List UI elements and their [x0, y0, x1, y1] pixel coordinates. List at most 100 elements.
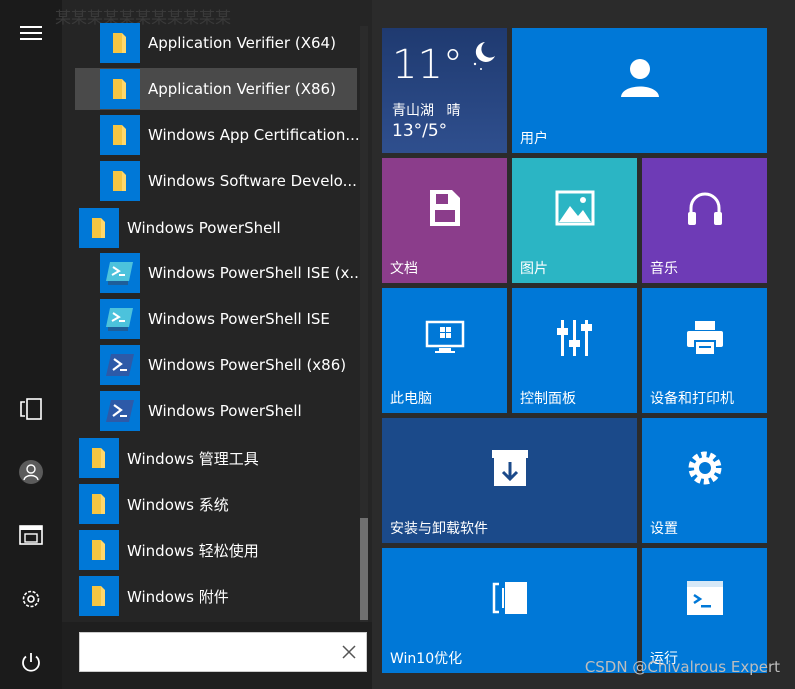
- tile-label: 文档: [390, 261, 418, 277]
- run-tile[interactable]: 运行: [642, 548, 767, 673]
- search-box[interactable]: [79, 632, 367, 672]
- powershell-ise-tile: [100, 253, 140, 293]
- app-item-label: Windows 系统: [127, 495, 229, 514]
- music-tile[interactable]: 音乐: [642, 158, 767, 283]
- powershell-ise-icon: [106, 262, 133, 285]
- powershell-icon: [106, 400, 134, 422]
- documents-tile[interactable]: 文档: [382, 158, 507, 283]
- weather-location-row: 青山湖 晴: [392, 100, 460, 120]
- picture-icon: [555, 190, 594, 225]
- folder-item-windows-accessories[interactable]: Windows 附件: [79, 575, 357, 617]
- folder-item-windows-system[interactable]: Windows 系统: [79, 483, 357, 525]
- app-item-label: Windows 管理工具: [127, 449, 259, 468]
- folder-tile: [79, 484, 119, 524]
- folder-icon: [92, 540, 105, 560]
- powershell-icon: [106, 354, 134, 376]
- power-button[interactable]: [12, 643, 50, 681]
- win10-optimize-tile[interactable]: Win10优化: [382, 548, 637, 673]
- settings-rail-button[interactable]: [12, 580, 50, 618]
- folder-tile: [79, 530, 119, 570]
- file-explorer-button[interactable]: [12, 516, 50, 554]
- app-item-label: Windows PowerShell (x86): [148, 356, 347, 374]
- app-item-label: Windows PowerShell ISE (x...: [148, 264, 364, 282]
- app-item-label: Windows PowerShell ISE: [148, 310, 330, 328]
- tile-label: 音乐: [650, 261, 678, 277]
- tile-label: 用户: [520, 131, 548, 147]
- app-item-powershell-ise[interactable]: Windows PowerShell ISE: [100, 298, 357, 340]
- run-command-icon: [686, 580, 723, 615]
- printer-icon: [686, 320, 723, 356]
- moon-stars-icon: [473, 42, 495, 70]
- settings-tile[interactable]: 设置: [642, 418, 767, 543]
- app-item-label: Windows 轻松使用: [127, 541, 259, 560]
- document-icon: [429, 189, 460, 226]
- hamburger-menu-icon: [20, 26, 42, 40]
- weather-location: 青山湖: [392, 103, 434, 119]
- user-tile[interactable]: 用户: [512, 28, 767, 153]
- app-item-label: Windows PowerShell: [127, 219, 281, 237]
- tile-label: 安装与卸载软件: [390, 521, 488, 537]
- file-explorer-icon: [19, 525, 43, 545]
- app-item-powershell[interactable]: Windows PowerShell: [100, 390, 357, 432]
- settings-gear-tile-icon: [688, 451, 721, 484]
- folder-icon: [92, 494, 105, 514]
- folder-icon: [113, 125, 126, 145]
- app-item-windows-app-certification[interactable]: Windows App Certification...: [100, 114, 360, 156]
- clear-search-button[interactable]: [338, 641, 360, 663]
- search-input[interactable]: [80, 633, 330, 671]
- folder-icon: [113, 171, 126, 191]
- app-item-application-verifier-x86[interactable]: Application Verifier (X86): [75, 68, 357, 110]
- app-list-scrollbar-thumb[interactable]: [360, 518, 368, 620]
- folder-item-windows-ease-of-access[interactable]: Windows 轻松使用: [79, 529, 357, 571]
- app-item-label: Application Verifier (X64): [148, 34, 336, 52]
- close-x-icon: [342, 645, 356, 659]
- computer-monitor-icon: [425, 320, 464, 353]
- folder-tile: [100, 69, 140, 109]
- power-icon: [22, 653, 40, 672]
- folder-icon: [113, 79, 126, 99]
- user-person-icon: [620, 58, 659, 97]
- folder-tile: [79, 576, 119, 616]
- app-item-label: Windows App Certification...: [148, 126, 360, 144]
- headphones-icon: [687, 192, 722, 225]
- tile-label: 设备和打印机: [650, 391, 734, 407]
- install-uninstall-tile[interactable]: 安装与卸载软件: [382, 418, 637, 543]
- folder-icon: [92, 586, 105, 606]
- folder-item-windows-powershell[interactable]: Windows PowerShell: [79, 207, 357, 249]
- folder-tile: [79, 208, 119, 248]
- folder-tile: [100, 23, 140, 63]
- app-item-powershell-x86[interactable]: Windows PowerShell (x86): [100, 344, 357, 386]
- tile-label: 设置: [650, 521, 678, 537]
- folder-icon: [92, 218, 105, 238]
- control-panel-tile[interactable]: 控制面板: [512, 288, 637, 413]
- app-item-powershell-ise-x86[interactable]: Windows PowerShell ISE (x...: [100, 252, 364, 294]
- weather-tile[interactable]: 11° 青山湖 晴 13°/5°: [382, 28, 507, 153]
- app-item-application-verifier-x64[interactable]: Application Verifier (X64): [100, 22, 357, 64]
- watermark-text: CSDN @Chivalrous Expert: [584, 658, 780, 676]
- powershell-ise-tile: [100, 299, 140, 339]
- sliders-icon: [556, 319, 592, 356]
- tile-label: 此电脑: [390, 391, 432, 407]
- weather-range: 13°/5°: [392, 121, 448, 141]
- folder-tile: [100, 115, 140, 155]
- weather-temperature: 11°: [392, 42, 463, 88]
- folder-tile: [100, 161, 140, 201]
- this-pc-tile[interactable]: 此电脑: [382, 288, 507, 413]
- app-item-windows-software-develo[interactable]: Windows Software Develo...: [100, 160, 357, 202]
- user-avatar-icon: [19, 460, 43, 484]
- app-item-label: Windows PowerShell: [148, 402, 302, 420]
- user-button[interactable]: [12, 453, 50, 491]
- tablet-mode-button[interactable]: [12, 390, 50, 428]
- powershell-tile: [100, 345, 140, 385]
- install-box-icon: [491, 449, 528, 486]
- left-rail: [0, 0, 62, 689]
- folder-item-windows-admin-tools[interactable]: Windows 管理工具: [79, 437, 357, 479]
- folder-icon: [92, 448, 105, 468]
- settings-gear-icon: [22, 590, 40, 608]
- pictures-tile[interactable]: 图片: [512, 158, 637, 283]
- app-item-label: Windows Software Develo...: [148, 172, 357, 190]
- tile-label: 图片: [520, 261, 548, 277]
- menu-button[interactable]: [12, 14, 50, 52]
- optimize-panel-icon: [492, 581, 527, 614]
- devices-printers-tile[interactable]: 设备和打印机: [642, 288, 767, 413]
